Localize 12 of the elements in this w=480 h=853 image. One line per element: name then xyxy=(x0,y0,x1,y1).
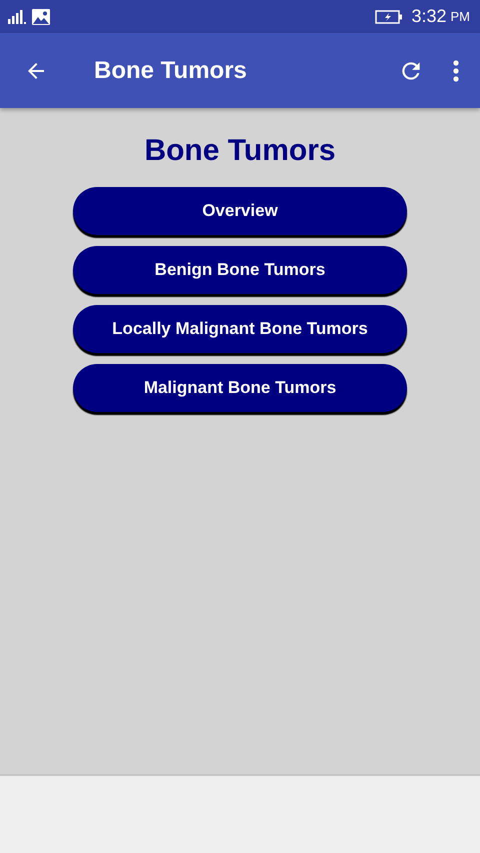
topic-button[interactable]: Malignant Bone Tumors xyxy=(73,364,407,412)
page-heading: Bone Tumors xyxy=(144,134,336,168)
topic-button[interactable]: Benign Bone Tumors xyxy=(73,246,407,294)
clock-time: 3:32 xyxy=(411,6,446,27)
topic-button[interactable]: Overview xyxy=(73,187,407,235)
image-icon xyxy=(32,8,50,24)
battery-icon xyxy=(375,10,404,24)
signal-icon xyxy=(8,10,26,24)
topic-button[interactable]: Locally Malignant Bone Tumors xyxy=(73,305,407,353)
clock-period: PM xyxy=(450,9,470,24)
toolbar-title: Bone Tumors xyxy=(94,56,248,84)
more-options-button[interactable] xyxy=(452,58,460,82)
